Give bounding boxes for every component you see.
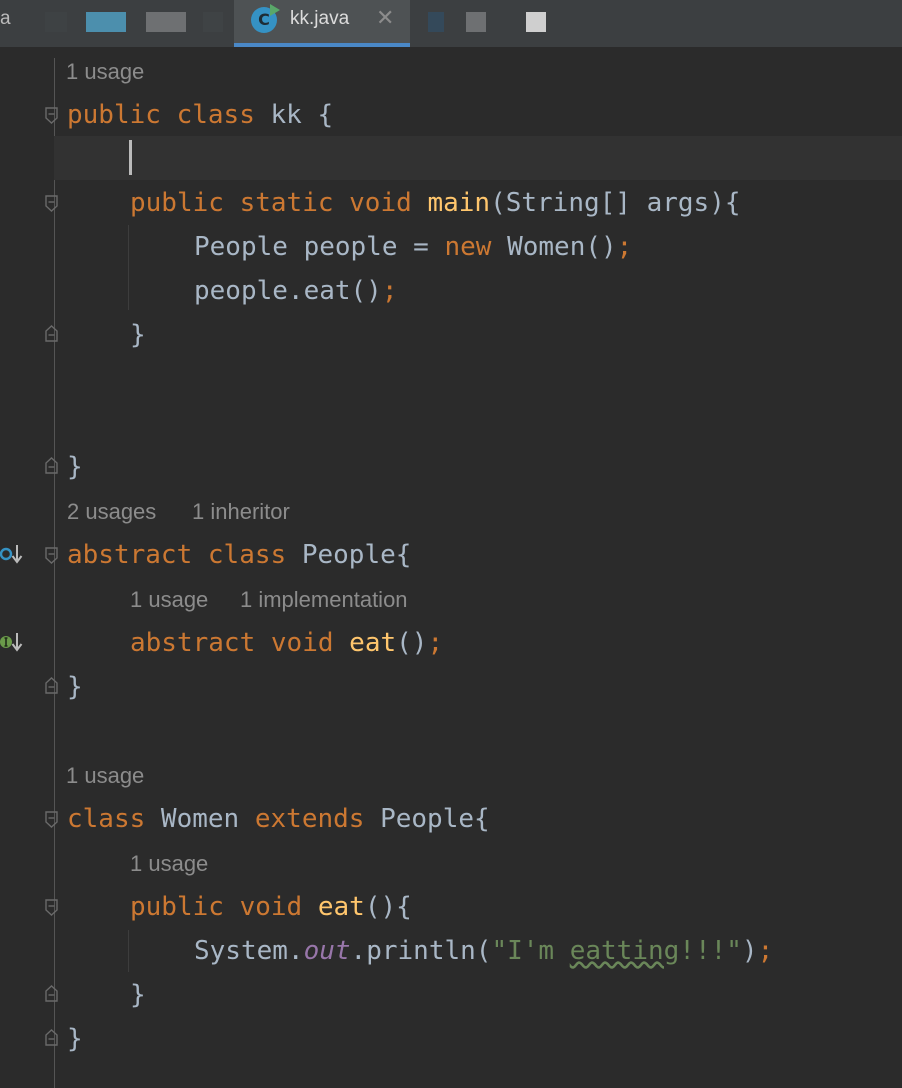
keyword: class xyxy=(67,804,146,834)
method-params: (String[] args){ xyxy=(490,188,741,218)
keyword: new xyxy=(444,232,492,262)
code-line[interactable]: class Women extends People{ xyxy=(67,799,490,839)
blurred-tab[interactable] xyxy=(526,12,546,32)
text-caret xyxy=(129,140,132,175)
class-name: Women xyxy=(145,804,255,834)
fold-end-icon[interactable] xyxy=(45,1029,58,1046)
string-literal: "I'm xyxy=(491,936,570,966)
keyword: void xyxy=(239,892,303,922)
active-tab-indicator xyxy=(234,43,410,47)
brace: } xyxy=(67,672,83,702)
code-line[interactable]: } xyxy=(130,315,146,355)
keyword: class xyxy=(207,540,287,570)
keyword: abstract xyxy=(67,540,193,570)
semicolon: ; xyxy=(381,276,398,306)
code-line[interactable]: abstract void eat(); xyxy=(130,623,443,663)
fold-collapse-icon[interactable] xyxy=(45,899,58,916)
code-line[interactable]: System.out.println("I'm eatting!!!"); xyxy=(194,931,773,971)
brace: } xyxy=(130,980,146,1010)
keyword: public xyxy=(130,892,224,922)
method-call: people.eat() xyxy=(194,276,382,306)
method-name: main xyxy=(427,188,491,218)
implemented-down-arrow-icon[interactable] xyxy=(0,630,24,654)
fold-end-icon[interactable] xyxy=(45,677,58,694)
run-badge-icon xyxy=(270,4,280,16)
code-line[interactable]: public class kk { xyxy=(67,95,333,135)
keyword: void xyxy=(349,188,412,218)
keyword: void xyxy=(270,628,334,658)
keyword: abstract xyxy=(130,628,256,658)
indent-guide xyxy=(128,225,129,310)
paren: ) xyxy=(741,936,758,966)
code-line[interactable]: public static void main(String[] args){ xyxy=(130,183,741,223)
blurred-tab[interactable] xyxy=(466,12,486,32)
method-name: eat xyxy=(349,628,397,658)
fold-collapse-icon[interactable] xyxy=(45,547,58,564)
implementation-hint[interactable]: 1 implementation xyxy=(240,585,408,615)
blurred-tab[interactable] xyxy=(86,12,126,32)
class-name: kk { xyxy=(254,100,334,130)
blurred-tab[interactable] xyxy=(146,12,186,32)
method-call: .println( xyxy=(350,936,492,966)
keyword: public xyxy=(130,188,224,218)
keyword: public xyxy=(67,100,161,130)
declaration: People people = xyxy=(194,232,445,262)
code-line[interactable]: public void eat(){ xyxy=(130,887,412,927)
static-field: out xyxy=(303,936,351,966)
semicolon: ; xyxy=(757,936,774,966)
fold-collapse-icon[interactable] xyxy=(45,107,58,124)
method-params: () xyxy=(396,628,428,658)
indent-guide xyxy=(128,930,129,972)
keyword: static xyxy=(239,188,334,218)
blurred-tab[interactable] xyxy=(45,12,67,32)
code-line[interactable]: } xyxy=(130,975,146,1015)
brace: } xyxy=(130,320,146,350)
close-icon[interactable]: ✕ xyxy=(376,6,394,31)
tab-label-truncated[interactable]: a xyxy=(0,8,11,30)
fold-collapse-icon[interactable] xyxy=(45,811,58,828)
tab-kk-java[interactable]: C kk.java ✕ xyxy=(234,0,410,47)
usage-hint[interactable]: 1 usage xyxy=(66,57,144,87)
semicolon: ; xyxy=(616,232,633,262)
usage-hint[interactable]: 1 usage xyxy=(130,585,208,615)
usage-hint[interactable]: 2 usages xyxy=(67,497,156,527)
method-name: eat xyxy=(317,892,365,922)
brace: } xyxy=(67,452,83,482)
fold-end-icon[interactable] xyxy=(45,325,58,342)
editor-tab-bar: a C kk.java ✕ xyxy=(0,0,902,47)
semicolon: ; xyxy=(427,628,444,658)
superclass-name: People{ xyxy=(364,804,490,834)
brace: } xyxy=(67,1024,83,1054)
usage-hint[interactable]: 1 usage xyxy=(130,849,208,879)
code-line[interactable]: people.eat(); xyxy=(194,271,398,311)
blurred-tab[interactable] xyxy=(428,12,444,32)
fold-end-icon[interactable] xyxy=(45,985,58,1002)
current-line-highlight xyxy=(54,136,902,180)
code-line[interactable]: abstract class People{ xyxy=(67,535,411,575)
typo-word[interactable]: eatting xyxy=(570,936,680,966)
keyword: extends xyxy=(254,804,365,834)
fold-collapse-icon[interactable] xyxy=(45,195,58,212)
overridden-down-arrow-icon[interactable] xyxy=(0,542,24,566)
keyword: class xyxy=(176,100,255,130)
blurred-tab[interactable] xyxy=(203,12,223,32)
method-params: (){ xyxy=(364,892,412,922)
class-ref: System. xyxy=(194,936,304,966)
constructor-call: Women() xyxy=(491,232,617,262)
string-literal: !!!" xyxy=(679,936,742,966)
fold-end-icon[interactable] xyxy=(45,457,58,474)
usage-hint[interactable]: 1 usage xyxy=(66,761,144,791)
code-line[interactable]: } xyxy=(67,1019,83,1059)
inheritor-hint[interactable]: 1 inheritor xyxy=(192,497,290,527)
code-line[interactable]: } xyxy=(67,447,83,487)
code-line[interactable]: } xyxy=(67,667,83,707)
class-name: People{ xyxy=(286,540,412,570)
tab-label: kk.java xyxy=(290,8,350,29)
code-line[interactable]: People people = new Women(); xyxy=(194,227,632,267)
gutter-separator xyxy=(54,58,55,1088)
